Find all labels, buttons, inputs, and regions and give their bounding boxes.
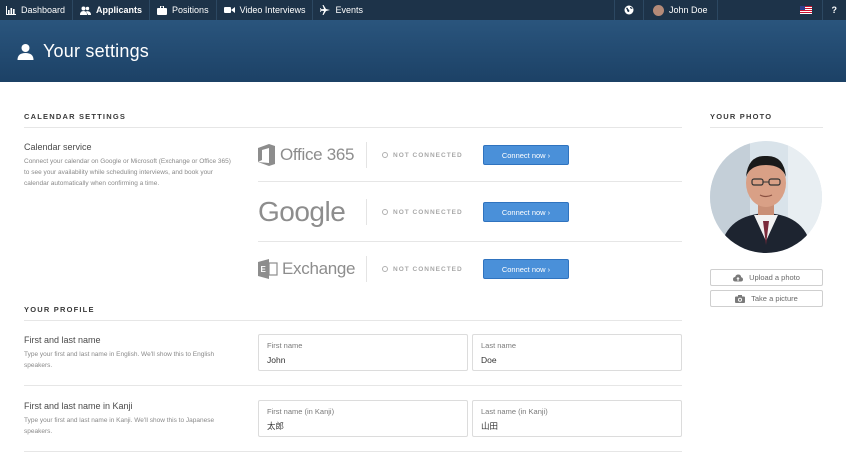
language-flag-button[interactable] (716, 0, 822, 20)
divider (258, 241, 682, 242)
upload-photo-button[interactable]: Upload a photo (710, 269, 823, 286)
language-globe-button[interactable] (613, 0, 643, 20)
nav-positions[interactable]: Positions (150, 0, 217, 20)
calendar-service-description: Connect your calendar on Google or Micro… (24, 158, 231, 187)
chart-icon (6, 5, 16, 15)
nav-dashboard[interactable]: Dashboard (0, 0, 74, 20)
first-name-input[interactable] (267, 355, 459, 365)
office365-logo-text: Office 365 (280, 145, 355, 164)
help-button[interactable]: ? (821, 0, 846, 20)
last-name-kanji-field[interactable]: Last name (in Kanji) (472, 400, 682, 437)
first-name-kanji-label: First name (in Kanji) (267, 407, 335, 416)
divider (366, 142, 367, 168)
calendar-section-title: CALENDAR SETTINGS (24, 112, 127, 121)
camera-icon (735, 294, 746, 303)
first-name-field[interactable]: First name (258, 334, 468, 371)
first-name-kanji-field[interactable]: First name (in Kanji) (258, 400, 468, 437)
last-name-input[interactable] (481, 355, 673, 365)
cloud-upload-icon (733, 274, 744, 281)
help-label: ? (831, 5, 838, 15)
exchange-status: NOT CONNECTED (382, 266, 483, 273)
exchange-connect-button[interactable]: Connect now › (483, 259, 569, 279)
exchange-logo-text: Exchange (282, 259, 356, 278)
profile-photo (710, 141, 822, 253)
last-name-label: Last name (481, 341, 517, 350)
provider-exchange-row: E Exchange NOT CONNECTED Connect now › (258, 255, 682, 283)
exchange-icon: E (258, 259, 278, 279)
user-name: John Doe (668, 5, 708, 15)
svg-text:E: E (261, 265, 267, 274)
nav-applicants[interactable]: Applicants (73, 0, 151, 20)
take-picture-button[interactable]: Take a picture (710, 290, 823, 307)
google-status: NOT CONNECTED (382, 209, 483, 216)
take-picture-label: Take a picture (751, 294, 798, 303)
status-dot-icon (382, 266, 388, 272)
nav-events-label: Events (335, 5, 363, 15)
video-camera-icon (223, 7, 235, 13)
user-icon (17, 43, 34, 60)
provider-google-row: Google NOT CONNECTED Connect now › (258, 198, 682, 226)
provider-office365-row: Office 365 NOT CONNECTED Connect now › (258, 141, 682, 169)
page-title: Your settings (43, 40, 150, 61)
top-navigation-bar: Dashboard Applicants Positions Video Int… (0, 0, 846, 20)
exchange-logo: E Exchange (258, 255, 366, 283)
office-icon (258, 144, 275, 166)
users-icon (80, 6, 92, 15)
kanji-name-description: Type your first and last name in Kanji. … (24, 417, 215, 435)
last-name-kanji-input[interactable] (481, 421, 673, 431)
globe-icon (624, 5, 634, 15)
divider (710, 127, 823, 128)
page-header: Your settings (0, 20, 846, 82)
office365-status: NOT CONNECTED (382, 152, 483, 159)
exchange-status-text: NOT CONNECTED (393, 265, 463, 273)
google-status-text: NOT CONNECTED (393, 208, 463, 216)
us-flag-icon (799, 6, 812, 14)
name-label: First and last name (24, 335, 101, 345)
first-name-label: First name (267, 341, 303, 350)
upload-photo-label: Upload a photo (749, 273, 800, 282)
divider (24, 451, 682, 452)
avatar (652, 4, 664, 16)
last-name-field[interactable]: Last name (472, 334, 682, 371)
plane-icon (320, 5, 331, 15)
divider (24, 320, 682, 321)
first-name-kanji-input[interactable] (267, 421, 459, 431)
divider (366, 199, 367, 225)
google-connect-button[interactable]: Connect now › (483, 202, 569, 222)
user-menu[interactable]: John Doe (642, 0, 717, 20)
office365-status-text: NOT CONNECTED (393, 151, 463, 159)
divider (24, 385, 682, 386)
office365-connect-button[interactable]: Connect now › (483, 145, 569, 165)
last-name-kanji-label: Last name (in Kanji) (481, 407, 548, 416)
status-dot-icon (382, 152, 388, 158)
profile-section-title: YOUR PROFILE (24, 305, 95, 314)
calendar-service-label: Calendar service (24, 142, 92, 152)
photo-section-title: YOUR PHOTO (710, 112, 773, 121)
nav-video-interviews-label: Video Interviews (239, 5, 306, 15)
kanji-name-label: First and last name in Kanji (24, 401, 133, 411)
nav-dashboard-label: Dashboard (21, 5, 66, 15)
google-logo-text: Google (258, 196, 346, 227)
status-dot-icon (382, 209, 388, 215)
name-description: Type your first and last name in English… (24, 351, 215, 369)
nav-positions-label: Positions (172, 5, 209, 15)
divider (366, 256, 367, 282)
nav-video-interviews[interactable]: Video Interviews (217, 0, 314, 20)
divider (258, 181, 682, 182)
divider (24, 127, 682, 128)
nav-applicants-label: Applicants (96, 5, 143, 15)
briefcase-icon (157, 5, 168, 15)
nav-events[interactable]: Events (313, 0, 370, 20)
google-logo: Google (258, 198, 366, 226)
office365-logo: Office 365 (258, 141, 366, 169)
